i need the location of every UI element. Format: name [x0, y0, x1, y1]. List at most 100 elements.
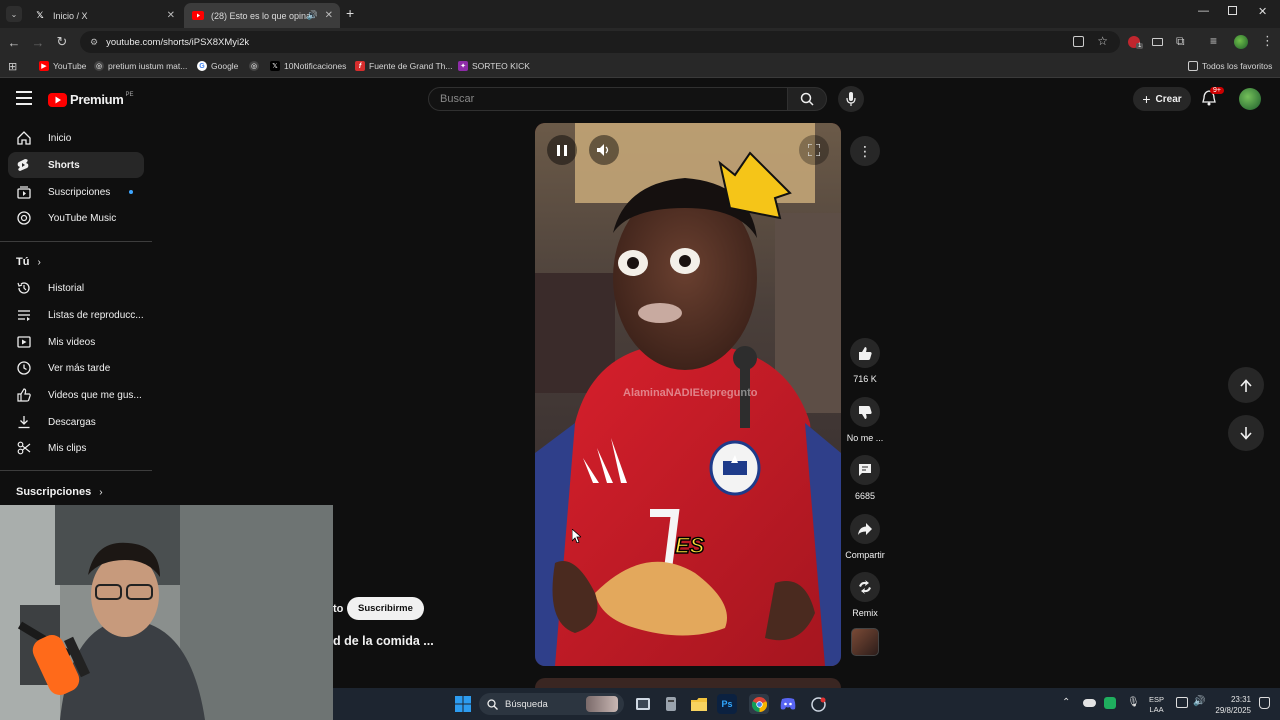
like-button[interactable]: 716 K — [843, 338, 887, 384]
restore-button[interactable] — [1228, 6, 1237, 15]
sidebar-item-shorts[interactable]: Shorts — [8, 152, 144, 178]
speaker-icon[interactable]: 🔊 — [307, 10, 318, 21]
task-view-icon[interactable] — [633, 694, 653, 714]
more-options-button[interactable]: ⋮ — [850, 136, 880, 166]
back-button[interactable]: ← — [6, 34, 22, 50]
bookmark-pretium[interactable]: ◎ pretium iustum mat... — [94, 61, 187, 71]
sidebar-item-mis-clips[interactable]: Mis clips — [8, 435, 144, 461]
show-hidden-icons[interactable]: ⌃ — [1062, 697, 1070, 708]
dislike-button[interactable]: No me ... — [843, 397, 887, 443]
clock[interactable]: 23:31 29/8/2025 — [1211, 694, 1251, 716]
bookmark-youtube[interactable]: ▶ YouTube — [39, 61, 86, 71]
sidebar-subscriptions-heading[interactable]: Suscripciones › — [16, 486, 103, 498]
f-logo-icon: f — [355, 61, 365, 71]
windows-taskbar: Búsqueda Ps ⌃ 🎙 ESP LAA 🔊 23:31 29/8/202… — [333, 688, 1280, 720]
next-short-button[interactable] — [1228, 415, 1264, 451]
comments-button[interactable]: 6685 — [843, 455, 887, 501]
bookmark-notificaciones[interactable]: 𝕏 10Notificaciones — [270, 61, 346, 71]
previous-short-button[interactable] — [1228, 367, 1264, 403]
file-explorer-icon[interactable] — [689, 694, 709, 714]
site-info-icon[interactable]: ⚙ — [90, 37, 98, 48]
windows-start-icon[interactable] — [453, 694, 473, 714]
sidebar-item-inicio[interactable]: Inicio — [8, 125, 144, 151]
comment-count: 6685 — [854, 491, 876, 501]
menu-hamburger-icon[interactable] — [16, 91, 32, 105]
extension-badge: 1 — [1136, 43, 1144, 49]
language-indicator[interactable]: ESP LAA — [1149, 695, 1164, 715]
sidebar-item-ver-mas-tarde[interactable]: Ver más tarde — [8, 355, 144, 381]
account-avatar[interactable] — [1239, 88, 1261, 110]
search-input[interactable]: Buscar — [428, 87, 788, 111]
reading-list-icon[interactable]: ≡ — [1210, 34, 1217, 48]
sidebar-item-suscripciones[interactable]: Suscripciones — [8, 179, 144, 205]
sidebar-item-youtube-music[interactable]: YouTube Music — [8, 205, 144, 231]
sound-thumbnail[interactable] — [851, 628, 879, 656]
next-short-preview[interactable] — [535, 678, 841, 688]
photoshop-icon[interactable]: Ps — [717, 694, 737, 714]
fullscreen-button[interactable] — [799, 135, 829, 165]
reload-button[interactable]: ↻ — [54, 34, 70, 50]
x-logo-icon: 𝕏 — [270, 61, 280, 71]
sidebar-item-mis-videos[interactable]: Mis videos — [8, 329, 144, 355]
close-window-button[interactable]: ✕ — [1258, 5, 1267, 18]
profile-avatar[interactable] — [1234, 35, 1248, 49]
browser-menu-icon[interactable]: ⋮ — [1261, 33, 1274, 49]
pause-button[interactable] — [547, 135, 577, 165]
remix-button[interactable]: Remix — [843, 572, 887, 618]
recording-app-icon[interactable] — [808, 694, 828, 714]
short-video-player[interactable]: AlaminaNADIEtepregunto ES — [535, 123, 841, 666]
sidebar-item-listas[interactable]: Listas de reproducc... — [8, 302, 144, 328]
minimize-button[interactable]: — — [1198, 5, 1209, 17]
extensions-puzzle-icon[interactable]: ⧉ — [1176, 34, 1185, 49]
sidebar-item-historial[interactable]: Historial — [8, 275, 144, 301]
sidebar-you-heading[interactable]: Tú › — [16, 256, 41, 268]
x-logo-icon: 𝕏 — [36, 10, 44, 20]
volume-tray-icon[interactable]: 🔊 — [1193, 696, 1205, 707]
bookmark-star-icon[interactable]: ☆ — [1097, 34, 1108, 48]
forward-button[interactable]: → — [30, 34, 46, 50]
volume-button[interactable] — [589, 135, 619, 165]
bookmark-grand-theft[interactable]: f Fuente de Grand Th... — [355, 61, 452, 71]
app-icon-server[interactable] — [661, 694, 681, 714]
video-watermark: AlaminaNADIEtepregunto — [623, 387, 758, 399]
tab-list-button[interactable]: ⌄ — [6, 6, 22, 22]
microphone-tray-icon[interactable]: 🎙 — [1127, 697, 1140, 708]
bookmark-sorteo-kick[interactable]: ✦ SORTEO KICK — [458, 61, 530, 71]
install-app-icon[interactable] — [1073, 36, 1084, 47]
channel-name[interactable]: to — [333, 603, 343, 615]
youtube-music-icon — [8, 211, 40, 225]
create-button[interactable]: + Crear — [1133, 87, 1191, 111]
tab-youtube-short[interactable]: (28) Esto es lo que opina Sp 🔊 ✕ — [184, 3, 340, 28]
discord-icon[interactable] — [778, 694, 798, 714]
youtube-premium-logo[interactable]: Premium PE — [48, 92, 134, 107]
onedrive-icon[interactable] — [1083, 699, 1096, 707]
subscriptions-icon — [8, 185, 40, 199]
search-button[interactable] — [787, 87, 827, 111]
chrome-icon[interactable] — [749, 694, 769, 714]
new-tab-button[interactable]: + — [346, 5, 354, 21]
subscribe-button[interactable]: Suscribirme — [347, 597, 424, 620]
sidebar-item-liked-videos[interactable]: Videos que me gus... — [8, 382, 144, 408]
home-icon — [8, 131, 40, 145]
security-icon[interactable] — [1104, 697, 1116, 709]
close-tab-icon[interactable]: ✕ — [325, 10, 333, 21]
mouse-cursor-icon — [571, 528, 583, 548]
share-button[interactable]: Compartir — [843, 514, 887, 560]
close-tab-icon[interactable]: ✕ — [167, 10, 175, 21]
all-bookmarks[interactable]: Todos los favoritos — [1188, 61, 1272, 71]
taskbar-search[interactable]: Búsqueda — [479, 693, 624, 715]
notifications-button[interactable]: 9+ — [1202, 87, 1224, 111]
bookmark-globe[interactable]: ◎ — [249, 61, 263, 71]
bookmark-google[interactable]: G Google — [197, 61, 238, 71]
network-icon[interactable] — [1176, 697, 1188, 708]
address-bar[interactable]: ⚙ youtube.com/shorts/iPSX8XMyi2k ☆ — [80, 31, 1120, 53]
extension-card-icon[interactable] — [1152, 38, 1163, 46]
browser-tab-bar: ⌄ 𝕏 Inicio / X ✕ (28) Esto es lo que opi… — [0, 0, 1280, 28]
notification-center-icon[interactable] — [1259, 697, 1270, 709]
tab-x-inicio[interactable]: 𝕏 Inicio / X ✕ — [26, 3, 182, 28]
sidebar-item-descargas[interactable]: Descargas — [8, 409, 144, 435]
apps-grid-icon[interactable]: ⊞ — [8, 60, 17, 73]
voice-search-button[interactable] — [838, 86, 864, 112]
search-highlight-image — [586, 696, 618, 712]
short-title[interactable]: d de la comida ... — [333, 634, 434, 648]
